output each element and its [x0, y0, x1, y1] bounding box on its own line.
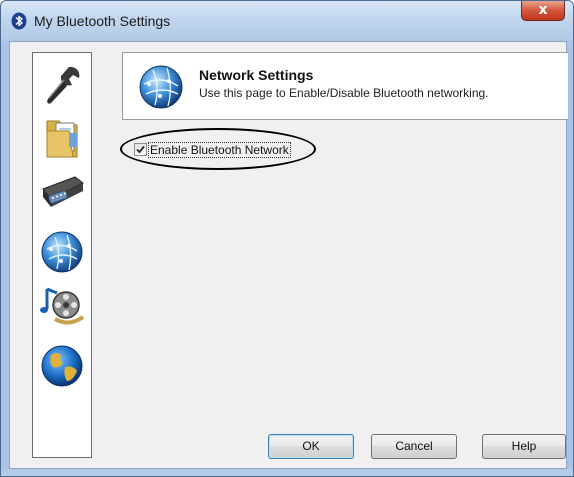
window-frame-bottom: [1, 469, 573, 476]
title-bar[interactable]: My Bluetooth Settings x: [1, 1, 573, 41]
category-sidebar: [32, 52, 92, 458]
close-button[interactable]: x: [521, 1, 565, 21]
cancel-button[interactable]: Cancel: [371, 434, 457, 459]
bluetooth-settings-window: My Bluetooth Settings x Network Settings…: [0, 0, 574, 477]
folder-share-icon[interactable]: [39, 115, 85, 161]
window-title: My Bluetooth Settings: [34, 13, 171, 29]
serial-port-icon[interactable]: [39, 169, 85, 215]
page-title: Network Settings: [199, 67, 314, 83]
enable-network-label[interactable]: Enable Bluetooth Network: [148, 141, 291, 158]
music-film-icon[interactable]: [39, 283, 85, 329]
network-globe-icon[interactable]: [39, 229, 85, 275]
earth-icon[interactable]: [39, 343, 85, 389]
checkmark-icon: [136, 145, 145, 154]
enable-network-checkbox[interactable]: [134, 143, 147, 156]
wrench-icon[interactable]: [39, 63, 85, 109]
enable-network-option[interactable]: Enable Bluetooth Network: [134, 139, 291, 158]
page-description: Use this page to Enable/Disable Bluetoot…: [199, 86, 489, 100]
help-button[interactable]: Help: [482, 434, 566, 459]
page-header-panel: Network Settings Use this page to Enable…: [122, 52, 568, 120]
ok-button[interactable]: OK: [268, 434, 354, 459]
network-globe-icon: [139, 65, 183, 109]
dialog-client-area: Network Settings Use this page to Enable…: [9, 41, 568, 469]
close-icon: x: [538, 2, 548, 18]
bluetooth-icon: [11, 12, 27, 30]
